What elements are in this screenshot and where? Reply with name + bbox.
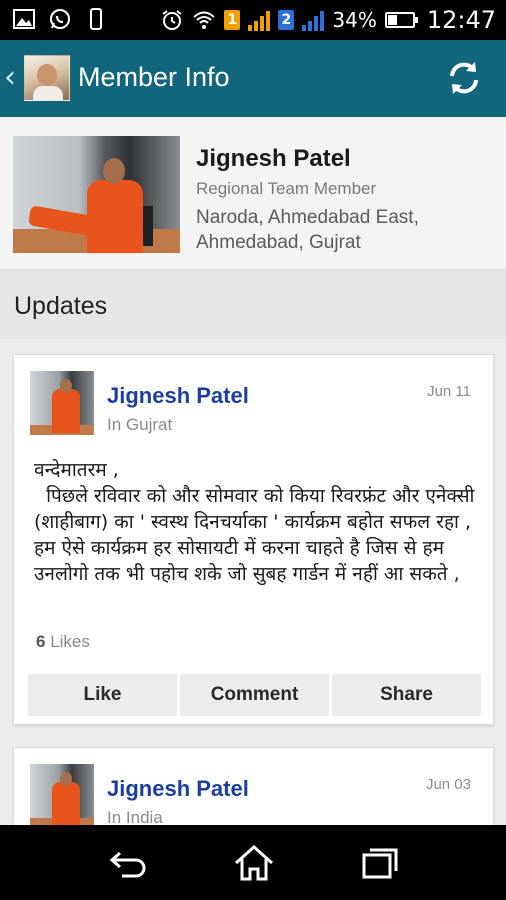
status-bar: 1 2 34% 12:47 bbox=[0, 0, 506, 40]
page-title: Member Info bbox=[78, 62, 230, 92]
member-location: Naroda, Ahmedabad East, Ahmedabad, Gujra… bbox=[196, 207, 419, 253]
likes-count: 6 Likes bbox=[36, 632, 90, 652]
back-icon[interactable] bbox=[106, 843, 150, 883]
clock: 12:47 bbox=[426, 6, 496, 34]
post-actions: Like Comment Share bbox=[28, 674, 481, 716]
battery-fill bbox=[387, 15, 397, 25]
author-avatar[interactable] bbox=[30, 371, 94, 435]
chevron-left-icon[interactable]: ‹ bbox=[4, 60, 16, 95]
action-bar: ‹ Member Info bbox=[0, 40, 506, 117]
share-button[interactable]: Share bbox=[332, 674, 481, 716]
phone-icon bbox=[90, 8, 102, 30]
author-avatar[interactable] bbox=[30, 764, 94, 828]
gallery-icon bbox=[13, 9, 35, 29]
post-author[interactable]: Jignesh Patel bbox=[107, 383, 249, 409]
sim2-badge: 2 bbox=[278, 10, 295, 30]
post-text: वन्देमातरम , पिछले रविवार को और सोमवार क… bbox=[34, 459, 475, 585]
signal1-icon bbox=[248, 9, 271, 31]
likes-number: 6 bbox=[36, 632, 46, 651]
updates-title: Updates bbox=[14, 292, 108, 320]
post-author[interactable]: Jignesh Patel bbox=[107, 776, 249, 802]
member-name: Jignesh Patel bbox=[196, 145, 351, 172]
comment-button[interactable]: Comment bbox=[180, 674, 329, 716]
home-icon[interactable] bbox=[232, 843, 276, 883]
profile-header: Jignesh Patel Regional Team Member Narod… bbox=[0, 117, 506, 269]
recents-icon[interactable] bbox=[358, 843, 402, 883]
refresh-icon[interactable] bbox=[444, 58, 484, 98]
member-role: Regional Team Member bbox=[196, 179, 377, 198]
post-place: In Gujrat bbox=[107, 415, 173, 434]
navigation-bar bbox=[0, 825, 506, 900]
update-card: Jignesh Patel In Gujrat Jun 11 वन्देमातर… bbox=[13, 354, 494, 725]
wifi-icon bbox=[193, 11, 216, 29]
like-button[interactable]: Like bbox=[28, 674, 177, 716]
alarm-icon bbox=[162, 10, 182, 30]
battery-percent: 34% bbox=[332, 8, 377, 32]
app-avatar[interactable] bbox=[24, 55, 70, 101]
battery-icon bbox=[384, 12, 418, 28]
sim1-badge: 1 bbox=[224, 10, 241, 30]
post-date: Jun 03 bbox=[425, 776, 471, 793]
post-date: Jun 11 bbox=[427, 383, 471, 400]
signal2-icon bbox=[302, 9, 325, 31]
likes-label: Likes bbox=[50, 632, 90, 651]
profile-photo[interactable] bbox=[13, 136, 180, 253]
whatsapp-icon bbox=[50, 9, 70, 29]
